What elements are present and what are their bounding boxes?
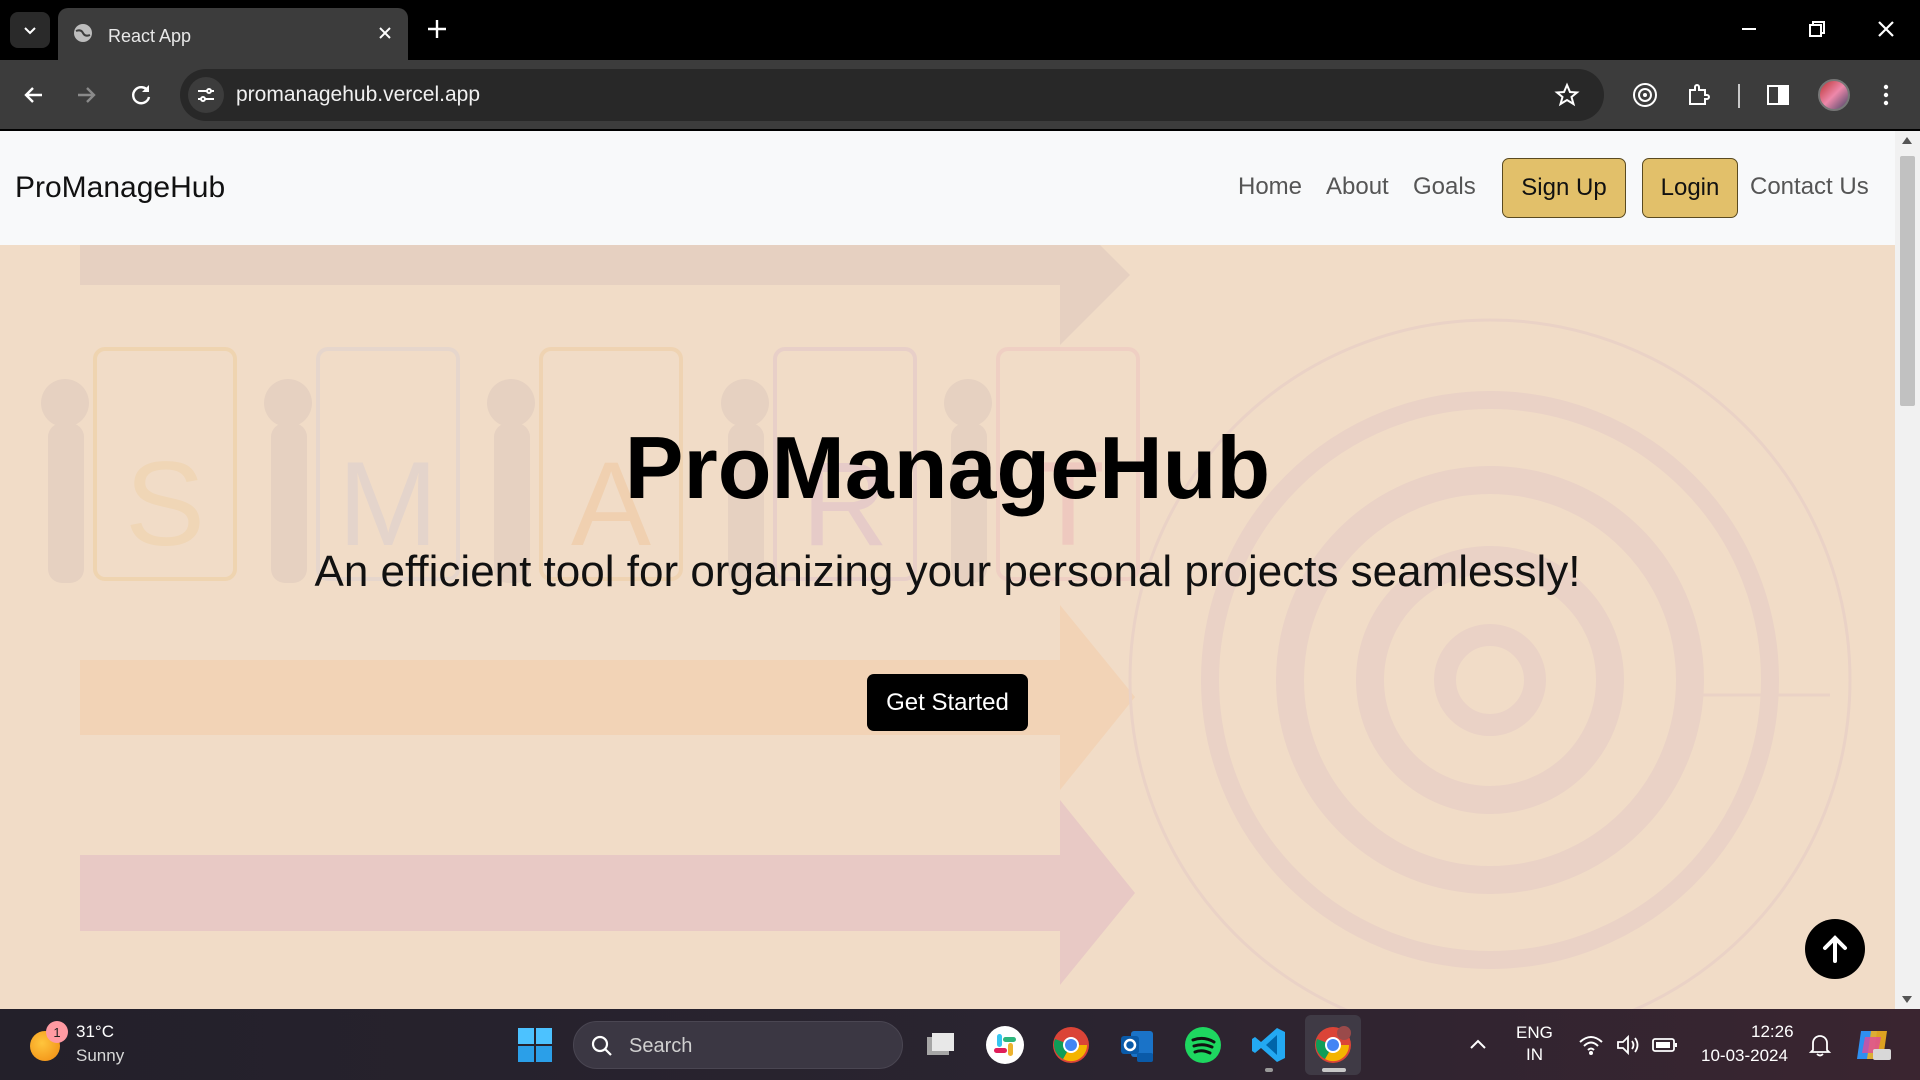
- bookmark-star-icon[interactable]: [1554, 82, 1580, 108]
- clock-time[interactable]: 12:26: [1751, 1022, 1794, 1042]
- windows-start-icon[interactable]: [517, 1027, 553, 1063]
- notification-bell-icon[interactable]: [1807, 1032, 1833, 1058]
- restore-icon[interactable]: [1804, 16, 1830, 42]
- taskbar-search-placeholder: Search: [629, 1035, 693, 1057]
- spotify-icon[interactable]: [1183, 1025, 1223, 1065]
- new-tab-icon[interactable]: [424, 16, 450, 42]
- task-view-icon[interactable]: [919, 1025, 959, 1065]
- search-icon: [591, 1035, 612, 1056]
- close-window-icon[interactable]: [1873, 16, 1899, 42]
- navbar-brand[interactable]: ProManageHub: [15, 171, 225, 205]
- chrome-profile-icon[interactable]: [1313, 1025, 1353, 1065]
- windows-taskbar: 1 31°C Sunny Search ENG IN 12:26 10-03-2…: [0, 1009, 1920, 1080]
- nav-link-home[interactable]: Home: [1238, 173, 1302, 201]
- media-controls-icon[interactable]: [1631, 81, 1659, 109]
- scroll-up-arrow[interactable]: [1902, 137, 1912, 144]
- scroll-to-top-button[interactable]: [1805, 919, 1865, 979]
- language-code[interactable]: ENG: [1516, 1023, 1553, 1043]
- toolbar-divider: [1738, 84, 1740, 108]
- browser-toolbar: promanagehub.vercel.app: [0, 60, 1920, 130]
- hero-title: ProManageHub: [624, 418, 1271, 517]
- address-bar[interactable]: promanagehub.vercel.app: [180, 69, 1604, 121]
- wifi-icon[interactable]: [1578, 1033, 1604, 1057]
- scroll-down-arrow[interactable]: [1902, 996, 1912, 1003]
- weather-temperature[interactable]: 31°C: [76, 1022, 114, 1042]
- language-region[interactable]: IN: [1526, 1045, 1543, 1065]
- page-viewport: ProManageHub Home About Goals Sign Up Lo…: [0, 131, 1895, 1009]
- forward-icon[interactable]: [72, 81, 100, 109]
- browser-tab-strip: React App: [0, 0, 1920, 60]
- clock-date[interactable]: 10-03-2024: [1701, 1046, 1788, 1066]
- outlook-icon[interactable]: [1117, 1025, 1157, 1065]
- slack-icon[interactable]: [985, 1025, 1025, 1065]
- chevron-up-icon[interactable]: [1467, 1034, 1489, 1056]
- get-started-button[interactable]: Get Started: [867, 674, 1028, 731]
- nav-link-goals[interactable]: Goals: [1413, 173, 1476, 201]
- taskbar-search[interactable]: Search: [573, 1021, 903, 1069]
- hero-background-illustration: S M A R T: [41, 245, 1852, 1009]
- hero-subtitle: An efficient tool for organizing your pe…: [314, 547, 1581, 596]
- side-panel-icon[interactable]: [1764, 81, 1792, 109]
- tab-title: React App: [108, 26, 192, 46]
- chevron-down-icon: [24, 27, 36, 35]
- page-scrollbar[interactable]: [1895, 131, 1920, 1009]
- chrome-active-indicator: [1322, 1068, 1346, 1072]
- browser-menu-icon[interactable]: [1872, 81, 1900, 109]
- extensions-icon[interactable]: [1685, 81, 1713, 109]
- close-tab-icon[interactable]: [374, 22, 396, 44]
- reload-icon[interactable]: [127, 81, 155, 109]
- tab-search-button[interactable]: [10, 12, 50, 48]
- vscode-running-indicator: [1265, 1068, 1273, 1072]
- battery-icon[interactable]: [1651, 1035, 1679, 1055]
- scroll-thumb[interactable]: [1900, 156, 1915, 406]
- url-text[interactable]: promanagehub.vercel.app: [236, 83, 480, 107]
- volume-icon[interactable]: [1615, 1033, 1641, 1057]
- browser-tab-active[interactable]: React App: [58, 8, 408, 60]
- tune-icon: [198, 88, 214, 102]
- arrow-up-icon: [1823, 935, 1847, 963]
- site-navbar: ProManageHub Home About Goals Sign Up Lo…: [0, 131, 1895, 245]
- signup-button[interactable]: Sign Up: [1502, 158, 1626, 218]
- weather-notification-badge: 1: [46, 1021, 68, 1043]
- nav-link-contact[interactable]: Contact Us: [1750, 173, 1869, 201]
- back-icon[interactable]: [20, 81, 48, 109]
- site-info-button[interactable]: [188, 77, 224, 113]
- chrome-icon[interactable]: [1051, 1025, 1091, 1065]
- hero-section: S M A R T ProManageHub An efficient tool…: [0, 245, 1895, 1009]
- globe-icon: [74, 24, 92, 42]
- weather-description[interactable]: Sunny: [76, 1046, 124, 1066]
- copilot-icon[interactable]: [1853, 1027, 1893, 1063]
- vscode-icon[interactable]: [1249, 1025, 1289, 1065]
- minimize-icon[interactable]: [1736, 16, 1762, 42]
- login-button[interactable]: Login: [1642, 158, 1738, 218]
- profile-avatar[interactable]: [1818, 79, 1850, 111]
- nav-link-about[interactable]: About: [1326, 173, 1389, 201]
